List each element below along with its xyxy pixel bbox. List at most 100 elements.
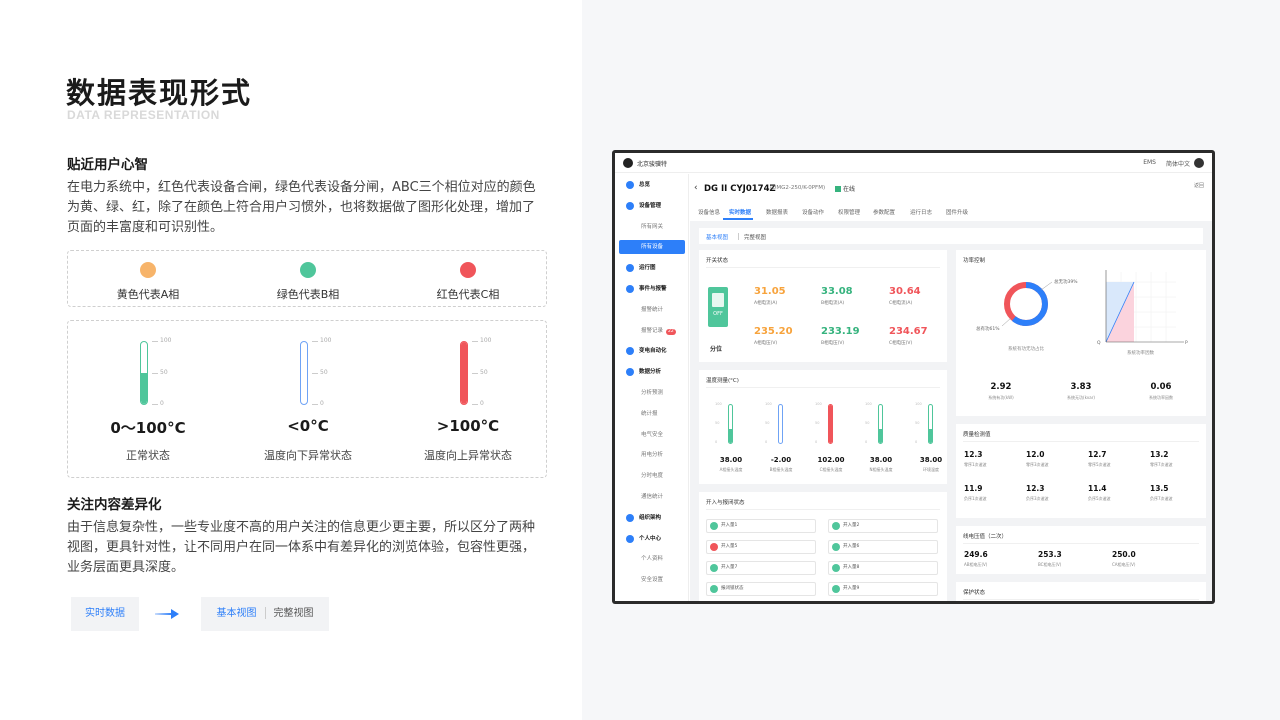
switch-toggle[interactable]: OFF (708, 287, 728, 327)
tick-label: 100 (815, 402, 822, 406)
thermometer-scale: 100 50 0 (152, 337, 182, 407)
power-control-card: 功率控制 总无功39% 总有功61% 系统有功无功占比 Q P 系统功率因数 2… (956, 250, 1206, 416)
paragraph-line: 页面的丰富度和可识别性。 (67, 220, 224, 235)
reading-value: 33.08 (821, 286, 853, 297)
temperature-value: 38.00 (869, 456, 893, 464)
tab-item[interactable]: 设备动作 (802, 208, 824, 216)
sidebar-group-icon (626, 181, 634, 189)
basic-view-tab[interactable]: 基本视图 (706, 233, 728, 241)
phase-a-dot-icon (140, 262, 156, 278)
sidebar-item[interactable]: 个人资料 (615, 552, 689, 566)
power-factor-chart: Q P 系统功率因数 (1097, 270, 1188, 356)
temperature-legend: 100 50 0 0～100°C 正常状态 100 50 0 <0°C 温度向下… (67, 320, 547, 478)
language-select[interactable]: 简体中文 (1166, 159, 1190, 168)
card-title: 质量检测值 (963, 432, 991, 438)
sidebar-item[interactable]: 报警记录 22 (615, 324, 689, 338)
reading-value: 233.19 (821, 326, 860, 337)
sidebar-item[interactable]: 组织架构 (615, 511, 689, 525)
tab-item[interactable]: 数据报表 (766, 208, 788, 216)
tick-label: 0 (160, 400, 164, 407)
axis-label-p: P (1185, 340, 1188, 346)
section-paragraph-differentiation: 由于信息复杂性，一些专业度不高的用户关注的信息更少更主要，所以区分了两种 视图，… (67, 518, 549, 578)
sidebar-item[interactable]: 总览 (615, 178, 689, 192)
sidebar-item[interactable]: 个人中心 (615, 532, 689, 546)
line-voltage-label: BC相电压(V) (1038, 562, 1062, 567)
status-dot-icon (710, 585, 718, 593)
sidebar-item[interactable]: 分析预测 (615, 386, 689, 400)
thermometer-fill (461, 342, 467, 404)
sidebar-item[interactable]: 数据分析 (615, 365, 689, 379)
card-title: 开关状态 (706, 258, 729, 264)
sidebar-item[interactable]: 报警统计 (615, 303, 689, 317)
full-view-tab[interactable]: 完整视图 (744, 233, 766, 241)
sidebar-item[interactable]: 安全设置 (615, 573, 689, 587)
brand-name: 北京骏骥特 (637, 161, 668, 168)
phase-a-label: 黄色代表A相 (116, 288, 180, 301)
sidebar-item[interactable]: 所有网关 (615, 220, 689, 234)
full-view-button[interactable]: 完整视图 (274, 608, 314, 619)
sidebar-group-icon (626, 368, 634, 377)
switch-knob (712, 293, 724, 307)
sidebar-group-icon (626, 264, 634, 273)
status-dot-icon (710, 543, 718, 551)
io-status-card: 开入与报闭状态 开入量1 开入量2 开入量5 开入量6 开入量7 开入量8 报闭锁状态 开入量… (699, 492, 947, 601)
tick-label: 100 (715, 402, 722, 406)
sidebar-item-label: 报警记录 (641, 327, 664, 334)
basic-view-button[interactable]: 基本视图 (217, 608, 257, 619)
sidebar-item-label: 总览 (639, 182, 651, 188)
return-link[interactable]: 返回 (1194, 182, 1204, 189)
tick-label: 100 (915, 402, 922, 406)
temperature-card: 温度测量(°C) 100 50 0 38.00 A相接头温度 100 50 0 -2.00 B相接… (699, 370, 947, 484)
avatar[interactable] (1194, 158, 1204, 168)
thermometer-tube (828, 404, 833, 444)
mini-thermometer: 100 50 0 102.00 C相接头温度 (811, 400, 851, 472)
sidebar-group-icon (626, 285, 634, 293)
explanation-panel: 数据表现形式 DATA REPRESENTATION 贴近用户心智 在电力系统中… (0, 0, 582, 720)
tab-item[interactable]: 固件升级 (946, 208, 968, 216)
tab-item[interactable]: 实时数据 (729, 208, 751, 216)
tick-label: 0 (480, 400, 484, 407)
tick-label: 50 (715, 421, 720, 425)
tick-label: 0 (715, 440, 718, 444)
sidebar-item[interactable]: 电气安全 (615, 428, 689, 442)
tab-item[interactable]: 运行日志 (910, 208, 932, 216)
active-tab-underline (723, 218, 753, 220)
sidebar-item[interactable]: 统计报 (615, 407, 689, 421)
reading-label: B相电流(A) (821, 301, 845, 306)
ems-link[interactable]: EMS (1143, 159, 1156, 166)
line-voltage-label: AB相电压(V) (964, 562, 988, 567)
tick-label: 50 (480, 369, 488, 376)
io-status-item: 开入量7 (706, 561, 816, 575)
sidebar-item[interactable]: 分时电度 (615, 469, 689, 483)
temperature-value: 38.00 (719, 456, 743, 464)
sidebar-item[interactable]: 所有设备 (619, 240, 685, 255)
thermometer-tube (140, 341, 148, 405)
back-arrow-icon[interactable]: ‹ (694, 183, 698, 193)
phase-c-legend: 红色代表C相 (388, 251, 548, 306)
view-switcher: 基本视图 完整视图 (699, 228, 1203, 244)
temperature-label: A相接头温度 (719, 467, 743, 472)
tab-item[interactable]: 设备信息 (698, 208, 720, 216)
sidebar-item[interactable]: 运行图 (615, 261, 689, 275)
realtime-data-button[interactable]: 实时数据 (71, 597, 139, 631)
reading-value: 30.64 (889, 286, 921, 297)
sidebar-item[interactable]: 变电自动化 (615, 344, 689, 358)
paragraph-line: 在电力系统中，红色代表设备合闸，绿色代表设备分闸，ABC三个相位对应的颜色 (67, 180, 536, 195)
tab-item[interactable]: 权限管理 (838, 208, 860, 216)
status-dot-icon (710, 522, 718, 530)
sidebar-item[interactable]: 通信统计 (615, 490, 689, 504)
thermometer-low: 100 50 0 <0°C 温度向下异常状态 (228, 321, 388, 477)
sidebar-item[interactable]: 用电分析 (615, 448, 689, 462)
tab-item[interactable]: 参数配置 (873, 208, 895, 216)
phase-b-legend: 绿色代表B相 (228, 251, 388, 306)
io-label: 开入量5 (721, 544, 738, 549)
reading-value: 235.20 (754, 326, 793, 337)
sidebar-item[interactable]: 设备管理 (615, 199, 689, 213)
page-title: 数据表现形式 (66, 76, 253, 110)
quality-value: 12.0 (1026, 450, 1045, 459)
sidebar-item[interactable]: 事件与报警 (615, 282, 689, 296)
power-factor-caption: 系统功率因数 (1127, 349, 1154, 356)
thermometer-tube (460, 341, 468, 405)
thermometer-tube (778, 404, 783, 444)
donut-low-label: 总有功61% (976, 325, 1000, 332)
